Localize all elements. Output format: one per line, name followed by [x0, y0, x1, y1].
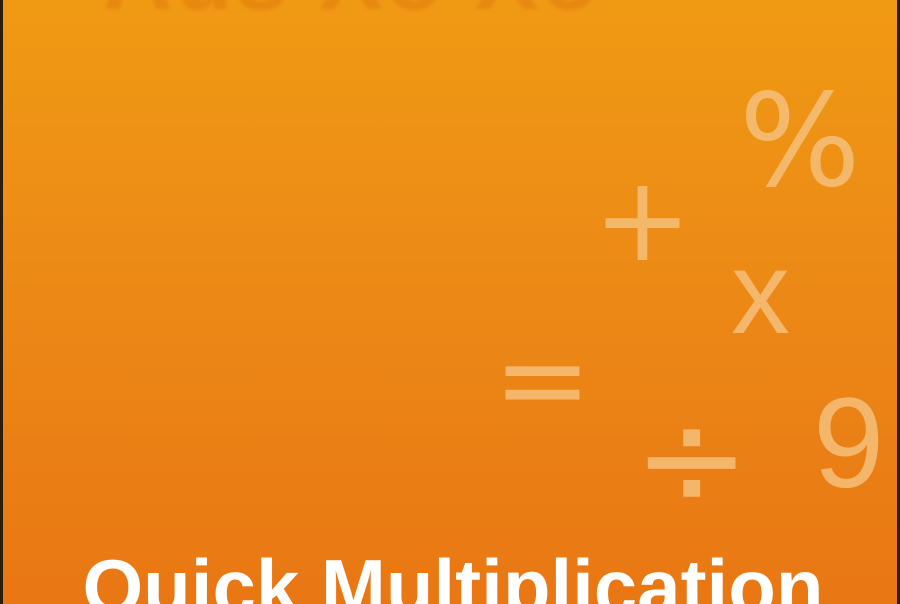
top-cutoff-text: Aus Xo Xo	[103, 0, 601, 32]
equals-symbol: =	[493, 310, 592, 448]
times-symbol: x	[731, 227, 790, 359]
percent-symbol: %	[739, 67, 861, 216]
plus-symbol: +	[593, 150, 692, 288]
cover-panel: Aus Xo Xo % + x = ÷ 9 Quick Multiplicati…	[0, 0, 900, 604]
cover-title: Quick Multiplication	[82, 543, 824, 604]
nine-digit: 9	[813, 372, 885, 515]
divide-symbol: ÷	[633, 378, 751, 541]
